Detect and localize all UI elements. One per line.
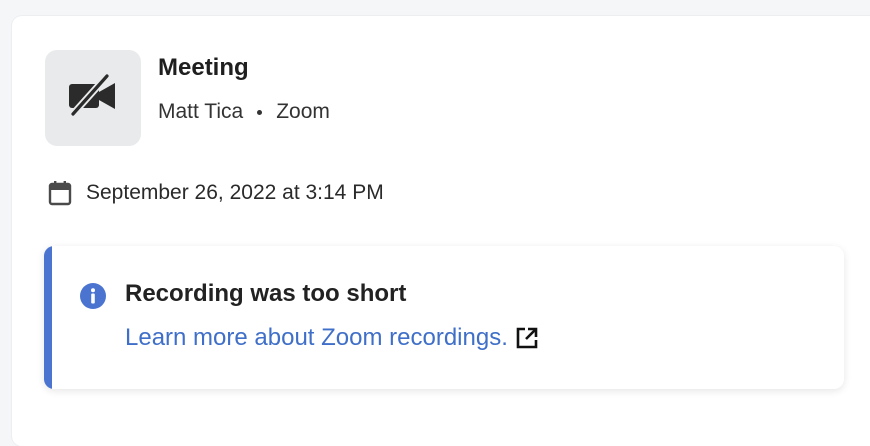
external-link-icon[interactable] [514,325,540,351]
calendar-icon [48,180,72,206]
notice-accent-bar [44,246,52,389]
info-icon [79,282,107,315]
video-off-icon [67,72,119,123]
meeting-card: Meeting Matt Tica Zoom September 26, 202… [12,16,870,446]
separator-dot [257,109,263,115]
meeting-date: September 26, 2022 at 3:14 PM [86,181,384,204]
meeting-date-row: September 26, 2022 at 3:14 PM [48,178,384,208]
notice-headline: Recording was too short [125,280,407,307]
learn-more-link[interactable]: Learn more about Zoom recordings. [125,322,508,354]
meeting-avatar [45,50,141,146]
recording-notice: Recording was too short Learn more about… [44,246,844,389]
meeting-platform: Zoom [276,100,330,123]
meeting-title: Meeting [158,54,249,81]
meeting-host: Matt Tica [158,100,244,123]
meeting-meta: Matt Tica Zoom [158,98,330,126]
notice-link-row: Learn more about Zoom recordings. [125,322,540,354]
